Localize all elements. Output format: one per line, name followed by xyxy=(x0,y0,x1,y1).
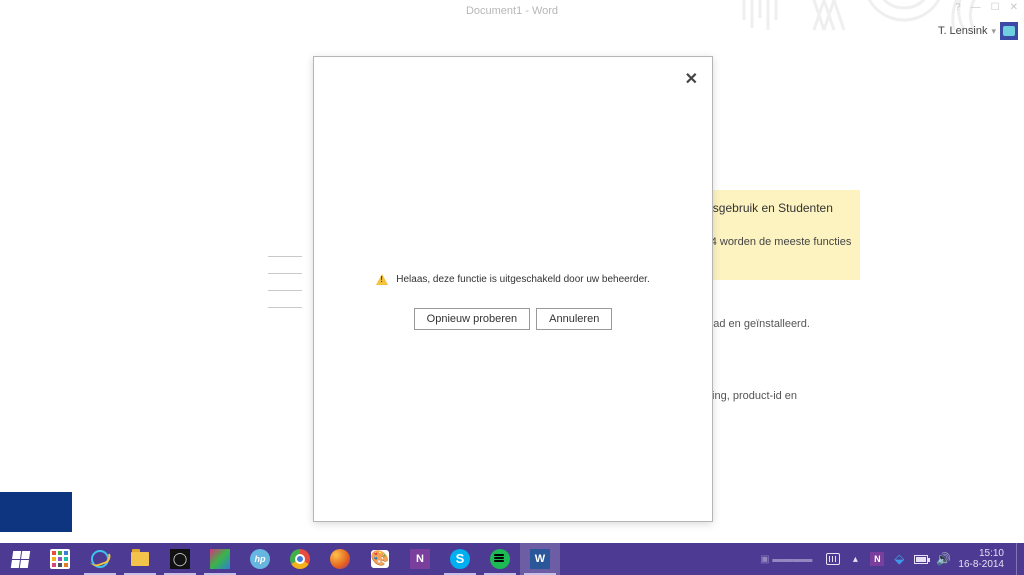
color-app-icon xyxy=(210,549,230,569)
avatar xyxy=(1000,22,1018,40)
user-menu-chevron-icon: ▾ xyxy=(991,26,996,37)
show-desktop-button[interactable] xyxy=(1016,543,1022,575)
taskbar-paint[interactable]: 🎨 xyxy=(360,543,400,575)
taskbar-ie[interactable] xyxy=(80,543,120,575)
ruler-marks xyxy=(268,256,302,308)
battery-icon[interactable] xyxy=(914,552,928,566)
folder-icon xyxy=(131,552,149,566)
taskbar-hp[interactable]: hp xyxy=(240,543,280,575)
taskbar-chrome[interactable] xyxy=(280,543,320,575)
ie-icon xyxy=(91,550,109,568)
hp-icon: hp xyxy=(250,549,270,569)
taskbar: ◯ hp 🎨 N S W ▣ ▬▬▬▬ ▴ N ⬙ 🔊 15:10 16-8-2… xyxy=(0,543,1024,575)
warning-icon xyxy=(376,274,388,285)
taskbar-word[interactable]: W xyxy=(520,543,560,575)
taskbar-app-dark[interactable]: ◯ xyxy=(160,543,200,575)
firefox-icon xyxy=(330,549,350,569)
taskbar-onenote[interactable]: N xyxy=(400,543,440,575)
word-icon: W xyxy=(530,549,550,569)
window-controls: ? — ☐ ✕ xyxy=(955,2,1018,13)
maximize-icon[interactable]: ☐ xyxy=(991,2,1000,13)
paint-icon: 🎨 xyxy=(371,550,390,568)
skype-icon: S xyxy=(450,549,470,569)
error-message: Helaas, deze functie is uitgeschakeld do… xyxy=(396,274,650,285)
camera-icon: ◯ xyxy=(170,549,190,569)
speaker-icon[interactable]: 🔊 xyxy=(936,552,950,566)
dropbox-icon[interactable]: ⬙ xyxy=(892,552,906,566)
apps-button[interactable] xyxy=(40,543,80,575)
taskbar-app-color[interactable] xyxy=(200,543,240,575)
sidebar-fragment xyxy=(0,492,72,532)
chrome-icon xyxy=(290,549,310,569)
taskbar-firefox[interactable] xyxy=(320,543,360,575)
taskbar-spotify[interactable] xyxy=(480,543,520,575)
spotify-icon xyxy=(490,549,510,569)
tray-chevron-up-icon[interactable]: ▴ xyxy=(848,552,862,566)
keyboard-icon[interactable] xyxy=(826,552,840,566)
tray-onenote-icon[interactable]: N xyxy=(870,552,884,566)
start-button[interactable] xyxy=(0,543,40,575)
help-icon[interactable]: ? xyxy=(955,2,961,13)
clock-date: 16-8-2014 xyxy=(958,559,1004,571)
taskbar-explorer[interactable] xyxy=(120,543,160,575)
taskbar-skype[interactable]: S xyxy=(440,543,480,575)
retry-button[interactable]: Opnieuw proberen xyxy=(414,308,531,330)
tray-dim-item[interactable]: ▣ ▬▬▬▬ xyxy=(754,554,818,565)
minimize-icon[interactable]: — xyxy=(971,2,981,13)
error-dialog: ✕ Helaas, deze functie is uitgeschakeld … xyxy=(313,56,713,522)
clock-time: 15:10 xyxy=(958,548,1004,560)
close-window-icon[interactable]: ✕ xyxy=(1010,2,1018,13)
clock[interactable]: 15:10 16-8-2014 xyxy=(958,548,1008,571)
user-area[interactable]: T. Lensink ▾ xyxy=(938,22,1018,40)
close-icon[interactable]: ✕ xyxy=(685,69,698,89)
cancel-button[interactable]: Annuleren xyxy=(536,308,612,330)
window-title: Document1 - Word xyxy=(0,5,1024,17)
user-name: T. Lensink xyxy=(938,25,988,37)
onenote-icon: N xyxy=(410,549,430,569)
